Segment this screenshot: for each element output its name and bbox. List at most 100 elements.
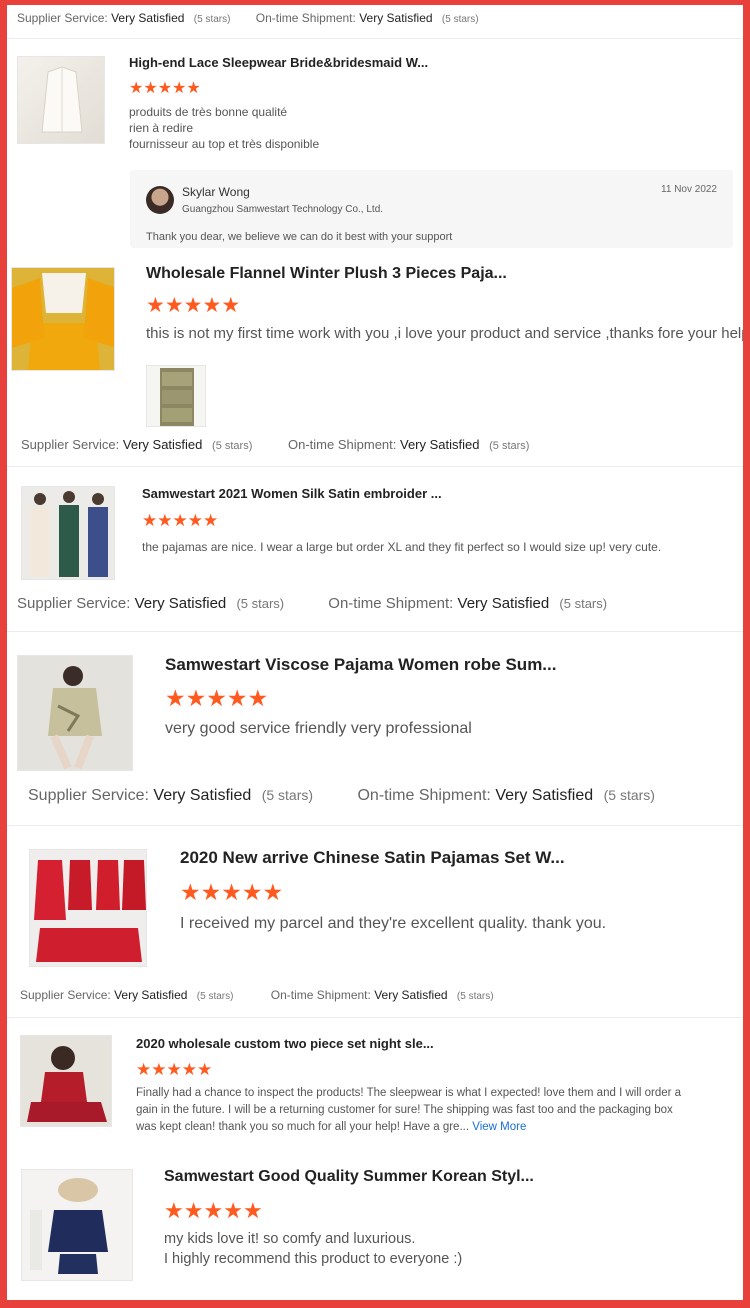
star-icon: ★ bbox=[242, 1198, 263, 1223]
divider bbox=[7, 38, 743, 39]
star-icon: ★ bbox=[226, 685, 248, 711]
reply-author: Skylar Wong bbox=[182, 185, 250, 199]
review-text-line: this is not my first time work with you … bbox=[146, 325, 743, 342]
review-text-line: Finally had a chance to inspect the prod… bbox=[136, 1087, 682, 1099]
star-icon: ★ bbox=[146, 294, 165, 317]
product-thumbnail[interactable] bbox=[17, 56, 105, 144]
ontime-shipment-value: Very Satisfied bbox=[457, 595, 550, 612]
package-image bbox=[160, 368, 194, 426]
product-title[interactable]: 2020 New arrive Chinese Satin Pajamas Se… bbox=[180, 848, 565, 868]
flannel-pajama-image bbox=[12, 268, 114, 370]
supplier-service-value: Very Satisfied bbox=[111, 11, 185, 25]
star-rating: ★ ★ ★ ★ ★ bbox=[164, 1200, 263, 1222]
star-icon: ★ bbox=[221, 294, 241, 317]
review-text-line: rien à redire bbox=[129, 121, 194, 135]
ontime-shipment-label: On-time Shipment: bbox=[255, 11, 356, 25]
rating-summary: Supplier Service: Very Satisfied (5 star… bbox=[21, 437, 529, 452]
product-thumbnail[interactable] bbox=[21, 1169, 133, 1281]
review-text-line: the pajamas are nice. I wear a large but… bbox=[142, 540, 662, 554]
star-icon: ★ bbox=[172, 80, 187, 97]
star-icon: ★ bbox=[129, 80, 144, 97]
product-title[interactable]: 2020 wholesale custom two piece set nigh… bbox=[136, 1036, 434, 1051]
star-icon: ★ bbox=[186, 80, 201, 97]
view-more-link[interactable]: View More bbox=[472, 1121, 526, 1133]
product-title[interactable]: Samwestart 2021 Women Silk Satin embroid… bbox=[142, 486, 442, 501]
ontime-shipment-stars: (5 stars) bbox=[489, 440, 530, 452]
review-text-line: fournisseur au top et très disponible bbox=[129, 137, 320, 151]
product-title[interactable]: Samwestart Good Quality Summer Korean St… bbox=[164, 1168, 534, 1186]
star-icon: ★ bbox=[200, 879, 222, 905]
star-rating: ★ ★ ★ ★ ★ bbox=[136, 1061, 212, 1078]
ontime-shipment-label: On-time Shipment: bbox=[288, 437, 397, 452]
product-title[interactable]: High-end Lace Sleepwear Bride&bridesmaid… bbox=[129, 55, 428, 70]
review-text-line: was kept clean! thank you so much for al… bbox=[136, 1121, 526, 1133]
supplier-service-stars: (5 stars) bbox=[236, 596, 285, 611]
product-title[interactable]: Wholesale Flannel Winter Plush 3 Pieces … bbox=[146, 265, 507, 283]
star-icon: ★ bbox=[206, 685, 227, 711]
ontime-shipment-label: On-time Shipment: bbox=[357, 787, 491, 804]
supplier-service-label: Supplier Service: bbox=[28, 787, 149, 804]
ontime-shipment-stars: (5 stars) bbox=[441, 14, 479, 25]
reply-text: Thank you dear, we believe we can do it … bbox=[146, 231, 453, 243]
reply-date: 11 Nov 2022 bbox=[661, 184, 717, 195]
ontime-shipment-value: Very Satisfied bbox=[495, 787, 594, 804]
star-icon: ★ bbox=[223, 1198, 243, 1223]
divider bbox=[7, 1017, 743, 1018]
review-text-line: I highly recommend this product to every… bbox=[164, 1251, 463, 1267]
product-thumbnail[interactable] bbox=[11, 267, 115, 371]
avatar bbox=[146, 186, 174, 214]
product-thumbnail[interactable] bbox=[17, 655, 133, 771]
lace-robe-image bbox=[41, 66, 83, 133]
reviews-panel: Supplier Service: Very Satisfied (5 star… bbox=[7, 5, 743, 1300]
product-title[interactable]: Samwestart Viscose Pajama Women robe Sum… bbox=[165, 655, 556, 675]
star-icon: ★ bbox=[180, 879, 201, 905]
star-icon: ★ bbox=[164, 294, 184, 317]
star-icon: ★ bbox=[142, 511, 158, 530]
review-text-line: gain in the future. I will be a returnin… bbox=[136, 1104, 673, 1116]
silk-pajama-image bbox=[22, 487, 114, 579]
supplier-service-label: Supplier Service: bbox=[21, 437, 120, 452]
star-rating: ★ ★ ★ ★ ★ bbox=[146, 295, 240, 316]
supplier-service-stars: (5 stars) bbox=[196, 991, 234, 1002]
star-icon: ★ bbox=[183, 1198, 204, 1223]
rating-summary: Supplier Service: Very Satisfied (5 star… bbox=[17, 595, 607, 612]
supplier-service-stars: (5 stars) bbox=[193, 14, 231, 25]
ontime-shipment-value: Very Satisfied bbox=[400, 437, 480, 452]
review-photo[interactable] bbox=[146, 365, 206, 427]
rating-summary: Supplier Service: Very Satisfied (5 star… bbox=[28, 787, 655, 805]
product-thumbnail[interactable] bbox=[29, 849, 147, 967]
supplier-service-label: Supplier Service: bbox=[17, 595, 131, 612]
ontime-shipment-label: On-time Shipment: bbox=[328, 595, 454, 612]
product-thumbnail[interactable] bbox=[21, 486, 115, 580]
rating-summary: Supplier Service: Very Satisfied (5 star… bbox=[17, 11, 479, 25]
star-icon: ★ bbox=[241, 879, 263, 905]
rating-summary: Supplier Service: Very Satisfied (5 star… bbox=[20, 988, 494, 1002]
star-icon: ★ bbox=[172, 511, 188, 530]
star-rating: ★ ★ ★ ★ ★ bbox=[129, 81, 201, 97]
reply-company: Guangzhou Samwestart Technology Co., Ltd… bbox=[182, 204, 384, 215]
product-thumbnail[interactable] bbox=[20, 1035, 112, 1127]
supplier-service-stars: (5 stars) bbox=[212, 440, 253, 452]
star-icon: ★ bbox=[262, 879, 284, 905]
star-icon: ★ bbox=[181, 1060, 197, 1079]
star-icon: ★ bbox=[203, 1198, 224, 1223]
star-icon: ★ bbox=[221, 879, 242, 905]
ontime-shipment-label: On-time Shipment: bbox=[270, 988, 371, 1002]
ontime-shipment-stars: (5 stars) bbox=[559, 596, 608, 611]
star-rating: ★ ★ ★ ★ ★ bbox=[142, 512, 218, 529]
supplier-service-label: Supplier Service: bbox=[17, 11, 108, 25]
star-icon: ★ bbox=[157, 80, 173, 97]
star-rating: ★ ★ ★ ★ ★ bbox=[165, 687, 268, 710]
viscose-robe-image bbox=[18, 656, 132, 770]
star-icon: ★ bbox=[164, 1198, 184, 1223]
supplier-service-value: Very Satisfied bbox=[114, 988, 188, 1002]
two-piece-set-image bbox=[21, 1036, 111, 1126]
divider bbox=[7, 825, 743, 826]
star-icon: ★ bbox=[143, 80, 158, 97]
kids-pajama-image bbox=[22, 1170, 132, 1280]
review-text-line: very good service friendly very professi… bbox=[165, 720, 472, 737]
ontime-shipment-value: Very Satisfied bbox=[359, 11, 433, 25]
star-icon: ★ bbox=[185, 685, 207, 711]
star-icon: ★ bbox=[203, 511, 219, 530]
divider bbox=[7, 466, 743, 467]
